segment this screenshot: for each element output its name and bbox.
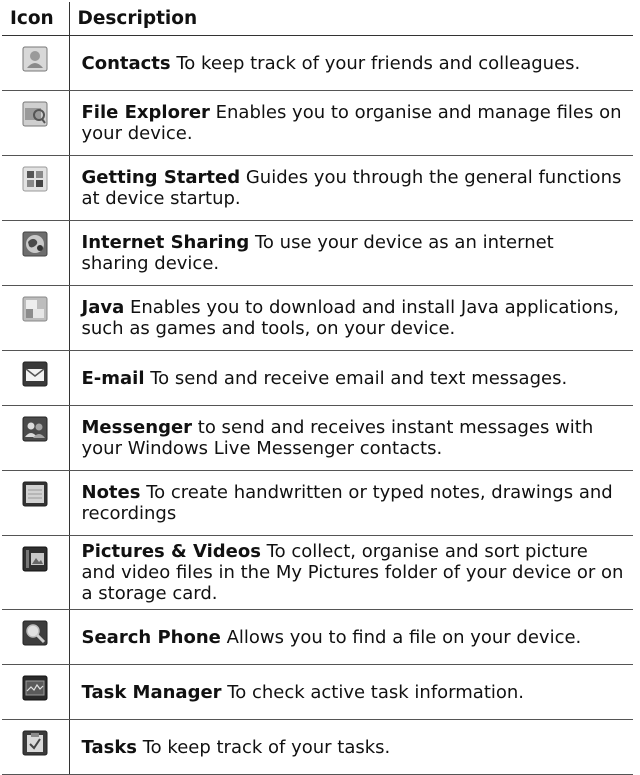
row-name: Search Phone <box>81 626 221 648</box>
icon-cell <box>2 535 70 610</box>
row-text: To check active task information. <box>221 681 525 703</box>
search-phone-icon <box>22 620 48 646</box>
row-name: E-mail <box>81 367 145 389</box>
task-manager-icon <box>22 675 48 701</box>
icon-cell <box>2 664 70 720</box>
row-name: Pictures & Videos <box>81 541 261 562</box>
icon-cell <box>2 350 70 406</box>
table-row: Search Phone Allows you to find a file o… <box>2 609 633 665</box>
row-name: Tasks <box>81 736 138 758</box>
description-cell: Messenger to send and receives instant m… <box>69 405 633 471</box>
row-name: Contacts <box>81 52 171 74</box>
row-text: Allows you to find a file on your device… <box>220 626 582 648</box>
icon-column-header: Icon <box>2 2 70 36</box>
notes-icon <box>22 481 48 507</box>
row-name: Getting Started <box>81 167 241 188</box>
table-row: Messenger to send and receives instant m… <box>2 405 633 471</box>
description-cell: Pictures & Videos To collect, organise a… <box>69 535 633 610</box>
icon-cell <box>2 609 70 665</box>
description-cell: Java Enables you to download and install… <box>69 285 633 351</box>
table-row: Contacts To keep track of your friends a… <box>2 35 633 91</box>
row-name: Notes <box>81 482 141 503</box>
description-cell: Task Manager To check active task inform… <box>69 664 633 720</box>
table-row: Task Manager To check active task inform… <box>2 664 633 720</box>
description-cell: Search Phone Allows you to find a file o… <box>69 609 633 665</box>
row-text: To keep track of your friends and collea… <box>170 52 581 74</box>
contacts-icon <box>22 46 48 72</box>
email-icon <box>22 361 48 387</box>
description-cell: File Explorer Enables you to organise an… <box>69 90 633 156</box>
icon-cell <box>2 470 70 536</box>
table-row: Java Enables you to download and install… <box>2 285 633 351</box>
row-text: To create handwritten or typed notes, dr… <box>81 482 613 524</box>
icon-cell <box>2 90 70 156</box>
description-column-header: Description <box>69 2 633 36</box>
getting-started-icon <box>22 166 48 192</box>
internet-sharing-icon <box>22 231 48 257</box>
row-name: Task Manager <box>81 681 222 703</box>
row-name: Java <box>81 297 125 318</box>
tasks-icon <box>22 730 48 756</box>
description-cell: Notes To create handwritten or typed not… <box>69 470 633 536</box>
table-row: Pictures & Videos To collect, organise a… <box>2 535 633 610</box>
description-cell: E-mail To send and receive email and tex… <box>69 350 633 406</box>
table-row: File Explorer Enables you to organise an… <box>2 90 633 156</box>
table-row: Tasks To keep track of your tasks. <box>2 719 633 775</box>
row-text: Enables you to download and install Java… <box>81 297 620 339</box>
icon-description-table: Icon Description Contacts To keep track … <box>2 2 633 775</box>
messenger-icon <box>22 416 48 442</box>
java-icon <box>22 296 48 322</box>
icon-cell <box>2 35 70 91</box>
table-row: Internet Sharing To use your device as a… <box>2 220 633 286</box>
row-name: File Explorer <box>81 102 210 123</box>
file-explorer-icon <box>22 101 48 127</box>
icon-cell <box>2 285 70 351</box>
icon-description-table-wrap: Icon Description Contacts To keep track … <box>0 0 640 775</box>
table-row: Getting Started Guides you through the g… <box>2 155 633 221</box>
table-header-row: Icon Description <box>2 2 633 36</box>
icon-cell <box>2 220 70 286</box>
row-text: To send and receive email and text messa… <box>144 367 568 389</box>
description-cell: Tasks To keep track of your tasks. <box>69 719 633 775</box>
table-row: Notes To create handwritten or typed not… <box>2 470 633 536</box>
pictures-videos-icon <box>22 546 48 572</box>
icon-cell <box>2 155 70 221</box>
row-name: Internet Sharing <box>81 232 250 253</box>
description-cell: Internet Sharing To use your device as a… <box>69 220 633 286</box>
row-name: Messenger <box>81 417 193 438</box>
icon-cell <box>2 719 70 775</box>
row-text: To keep track of your tasks. <box>137 736 391 758</box>
description-cell: Contacts To keep track of your friends a… <box>69 35 633 91</box>
description-cell: Getting Started Guides you through the g… <box>69 155 633 221</box>
table-row: E-mail To send and receive email and tex… <box>2 350 633 406</box>
icon-cell <box>2 405 70 471</box>
